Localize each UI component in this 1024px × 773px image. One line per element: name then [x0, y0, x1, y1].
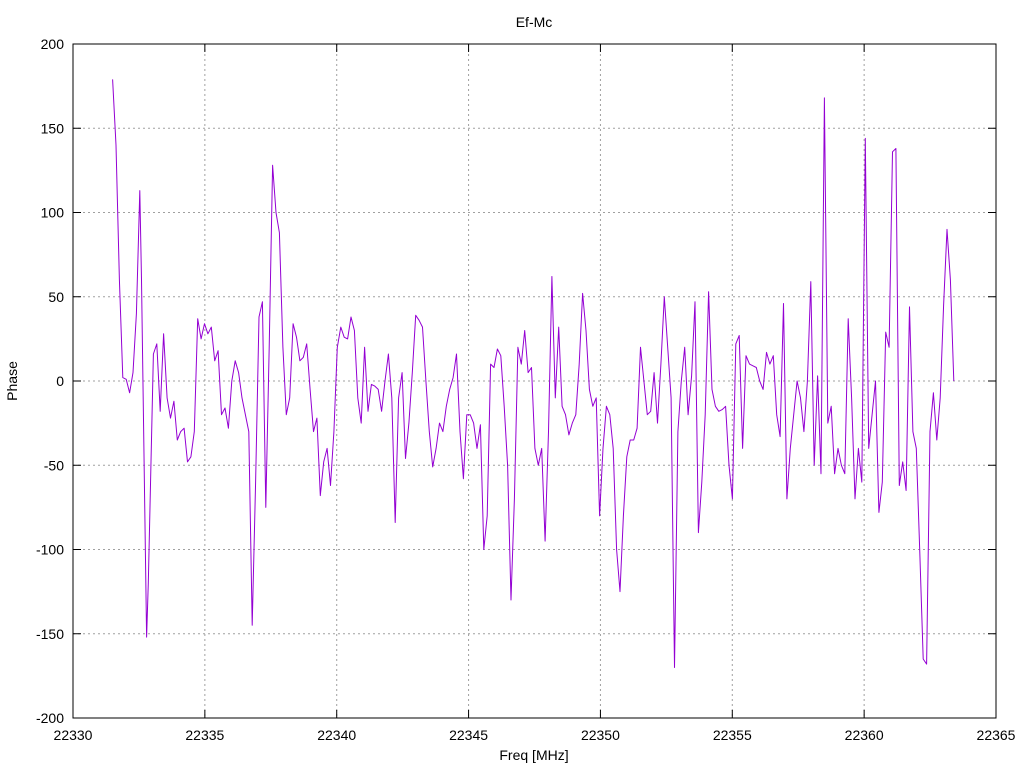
- y-tick-label: -100: [36, 542, 64, 558]
- y-tick-label: -150: [36, 626, 64, 642]
- chart-container: 22330 22335 22340 22345 22350 22355 22360 22365…: [0, 0, 1024, 768]
- x-tick-label: 22335: [185, 727, 224, 743]
- y-tick-label: 200: [41, 36, 65, 52]
- series-layer: [112, 79, 955, 668]
- x-tick-label: 22350: [581, 727, 620, 743]
- x-tick-label: 22340: [317, 727, 356, 743]
- y-tick-label: -200: [36, 710, 64, 726]
- y-tick-label: 50: [48, 289, 64, 305]
- grid-lines: [73, 44, 996, 718]
- y-tick-label: 100: [41, 205, 65, 221]
- chart-title: Ef-Mc: [516, 14, 553, 30]
- x-tick-label: 22330: [54, 727, 93, 743]
- x-tick-label: 22365: [977, 727, 1016, 743]
- x-tick-label: 22355: [713, 727, 752, 743]
- axis-ticks: 22330 22335 22340 22345 22350 22355 22360 22365…: [36, 36, 1016, 743]
- x-tick-label: 22360: [845, 727, 884, 743]
- series-line: [112, 79, 955, 668]
- y-axis-title: Phase: [4, 361, 20, 401]
- line-chart: 22330 22335 22340 22345 22350 22355 22360 22365…: [4, 14, 1016, 763]
- x-tick-label: 22345: [449, 727, 488, 743]
- y-tick-label: 0: [56, 373, 64, 389]
- x-axis-title: Freq [MHz]: [499, 747, 568, 763]
- y-tick-label: 150: [41, 120, 65, 136]
- y-tick-label: -50: [44, 457, 64, 473]
